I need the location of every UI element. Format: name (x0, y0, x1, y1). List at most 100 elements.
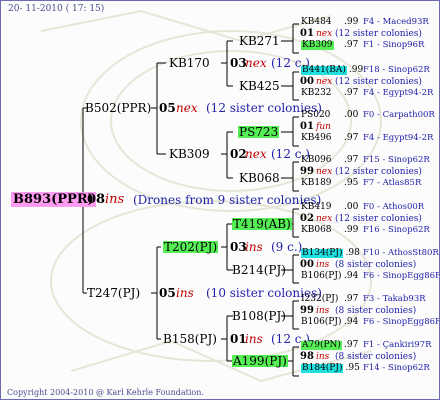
g2-queen[interactable]: T202(PJ) (163, 241, 219, 253)
g2-mating: ins (245, 240, 263, 254)
g2-mating: nex (245, 56, 267, 70)
g4-queen[interactable]: B184(PJ) (301, 364, 344, 373)
g4-origin: F0 - Carpath00R (363, 110, 435, 120)
g4-mating: ins (316, 260, 330, 270)
timestamp: 20- 11-2010 ( 17: 15) (8, 4, 105, 14)
g1-mating: ins (176, 286, 194, 300)
root-count: 08 (87, 192, 106, 207)
g4-origin: F4 - Maced93R (363, 17, 429, 27)
g4-origin: F16 - Sinop62R (363, 225, 430, 235)
g4-count: 99 (300, 305, 314, 316)
copyright: Copyright 2004-2010 @ Karl Kehrle Founda… (7, 388, 204, 397)
g1-count: 05 (159, 286, 176, 300)
g4-year: .94 (344, 317, 359, 327)
g4-origin: F7 - Atlas85R (363, 178, 422, 188)
g4-count: 00 (300, 76, 314, 87)
g4-origin: F6 - SinopEgg86R (363, 271, 440, 281)
g4-origin: F0 - Athos00R (363, 202, 425, 212)
g3-queen[interactable]: PS723 (238, 126, 280, 138)
g4-origin: F14 - Sinop62R (363, 363, 430, 373)
g2-queen[interactable]: B158(PJ) (163, 333, 217, 345)
g4-queen[interactable]: A79(PN) (301, 341, 342, 350)
g4-count: 01 (300, 121, 314, 132)
g4-queen[interactable]: I232(PJ) (301, 295, 338, 304)
g4-year: .99 (344, 225, 359, 235)
g3-queen[interactable]: KB425 (239, 80, 280, 92)
g4-count: 02 (300, 213, 314, 224)
g4-origin: F4 - Egypt94-2R (363, 133, 434, 143)
root-queen[interactable]: B893(PPR) (11, 192, 96, 207)
g1-queen[interactable]: T247(PJ) (87, 287, 140, 299)
g4-note: (12 sister colonies) (335, 77, 422, 87)
g4-year: .00 (344, 202, 359, 212)
g4-origin: F10 - AthosSt80R (363, 248, 439, 258)
g4-queen[interactable]: PS020 (301, 111, 330, 120)
g4-note: (12 sister colonies) (335, 29, 422, 39)
g4-mating: ins (316, 352, 330, 362)
g4-note: (8 sister colonies) (335, 352, 417, 362)
g4-queen[interactable]: B134(PJ) (301, 249, 344, 258)
g4-origin: F15 - Sinop62R (363, 155, 430, 165)
g4-count: 98 (300, 351, 314, 362)
g4-queen[interactable]: KB496 (301, 134, 332, 143)
g4-note: (12 sister colonies) (335, 214, 422, 224)
g4-origin: F4 - Egypt94-2R (363, 88, 434, 98)
g4-year: .97 (344, 88, 359, 98)
g3-queen[interactable]: B108(PJ) (232, 310, 286, 322)
g4-origin: F6 - SinopEgg86R (363, 317, 440, 327)
g3-queen[interactable]: B214(PJ) (232, 264, 286, 276)
g1-mating: nex (176, 101, 198, 115)
root-mating: ins (105, 192, 125, 207)
g4-mating: nex (316, 167, 333, 177)
g4-year: .97 (344, 294, 359, 304)
g4-mating: nex (316, 77, 333, 87)
g3-queen[interactable]: T419(AB) (232, 218, 292, 230)
g4-queen[interactable]: B106(PJ) (301, 272, 341, 281)
g4-queen[interactable]: KB189 (301, 179, 332, 188)
g3-queen[interactable]: KB271 (239, 35, 280, 47)
g4-count: 00 (300, 259, 314, 270)
g4-mating: nex (316, 214, 333, 224)
g2-mating: ins (245, 332, 263, 346)
g2-note: (9 c.) (271, 240, 303, 254)
g4-year: .95 (344, 178, 359, 188)
g4-year: .99 (344, 17, 359, 27)
g4-queen[interactable]: B441(BA) (301, 66, 347, 75)
g4-mating: fun (316, 122, 331, 132)
g4-mating: ins (316, 306, 330, 316)
g2-queen[interactable]: KB170 (169, 57, 210, 69)
g4-queen[interactable]: KB484 (301, 18, 332, 27)
pedigree-panel: 20- 11-2010 ( 17: 15) Copyright 2004-201… (0, 0, 440, 400)
g4-queen[interactable]: B106(PJ) (301, 318, 341, 327)
g4-queen[interactable]: KB309 (301, 41, 334, 50)
g4-year: .99 (348, 65, 364, 75)
g1-count: 05 (159, 101, 176, 115)
g3-queen[interactable]: KB068 (239, 172, 280, 184)
g4-year: .97 (344, 40, 359, 50)
g4-queen[interactable]: KB419 (301, 203, 332, 212)
g4-queen[interactable]: KB068 (301, 226, 332, 235)
g4-note: (8 sister colonies) (335, 306, 417, 316)
g4-origin: F18 - Sinop62R (363, 65, 430, 75)
g4-year: .00 (344, 110, 359, 120)
g4-origin: F1 - Sinop96R (363, 40, 425, 50)
g2-mating: nex (245, 147, 267, 161)
g4-note: (8 sister colonies) (335, 260, 417, 270)
g4-year: .98 (345, 248, 360, 258)
g3-queen[interactable]: A199(PJ) (232, 355, 288, 367)
g4-year: .97 (344, 340, 359, 350)
g4-origin: F1 - Çankiri97R (363, 340, 432, 350)
g4-origin: F3 - Takab93R (363, 294, 426, 304)
g2-queen[interactable]: KB309 (169, 148, 210, 160)
g1-queen[interactable]: B502(PPR) (85, 102, 151, 114)
g4-mating: nex (316, 29, 333, 39)
g4-count: 01 (300, 28, 314, 39)
g4-year: .97 (344, 133, 359, 143)
root-note: (Drones from 9 sister colonies) (133, 193, 322, 207)
g4-year: .95 (345, 363, 360, 373)
g4-count: 99 (300, 166, 314, 177)
g4-queen[interactable]: KB232 (301, 89, 332, 98)
g4-year: .97 (344, 155, 359, 165)
g4-queen[interactable]: KB096 (301, 156, 332, 165)
g4-note: (12 sister colonies) (335, 167, 422, 177)
